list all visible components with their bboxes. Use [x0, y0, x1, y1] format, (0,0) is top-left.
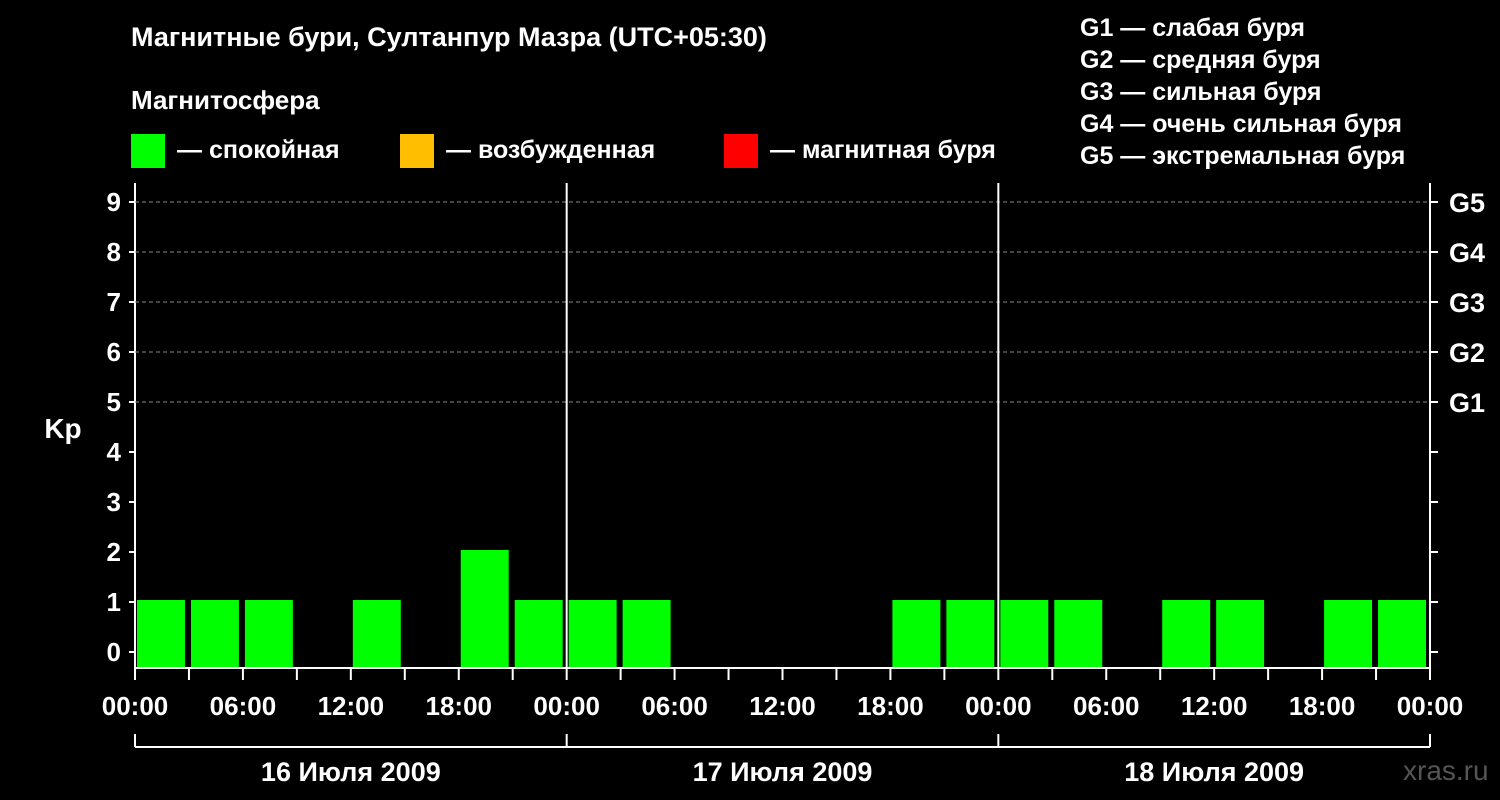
- y-tick-label: 5: [107, 387, 121, 417]
- day-label: 17 Июля 2009: [693, 757, 873, 787]
- x-tick-label: 00:00: [1397, 691, 1464, 721]
- kp-bar: [1324, 600, 1373, 667]
- kp-bar: [244, 600, 293, 667]
- kp-bar: [190, 600, 239, 667]
- kp-bar: [946, 600, 995, 667]
- g-level-label: G5: [1449, 188, 1485, 218]
- y-tick-label: 0: [107, 637, 121, 667]
- g-level-label: G4: [1449, 238, 1485, 268]
- y-tick-label: 3: [107, 487, 121, 517]
- kp-bar: [1054, 600, 1103, 667]
- kp-bar-chart: 0 1 2 3 4 5 6 7 8 9 G1 G2 G3 G4 G5 Kp 00:00 06:00 12:00 18:…: [44, 183, 1485, 787]
- watermark: xras.ru: [1403, 755, 1489, 786]
- day-label: 18 Июля 2009: [1124, 757, 1304, 787]
- y-tick-label: 2: [107, 537, 121, 567]
- kp-bar: [622, 600, 671, 667]
- kp-bar: [568, 600, 617, 667]
- g-level-label: G3: [1449, 288, 1485, 318]
- x-tick-label: 18:00: [857, 691, 924, 721]
- x-tick-label: 18:00: [426, 691, 493, 721]
- kp-bar: [460, 550, 509, 667]
- y-axis-label: Kp: [44, 413, 81, 444]
- y-tick-label: 8: [107, 237, 121, 267]
- y-tick-label: 7: [107, 287, 121, 317]
- y-tick-label: 6: [107, 337, 121, 367]
- x-tick-label: 12:00: [1181, 691, 1248, 721]
- kp-bar: [352, 600, 401, 667]
- g-level-label: G1: [1449, 388, 1485, 418]
- x-tick-label: 06:00: [1073, 691, 1140, 721]
- y-tick-label: 4: [107, 437, 122, 467]
- x-tick-label: 00:00: [102, 691, 169, 721]
- x-tick-label: 06:00: [210, 691, 277, 721]
- x-tick-label: 06:00: [641, 691, 708, 721]
- y-tick-label: 1: [107, 587, 121, 617]
- kp-bar: [137, 600, 185, 667]
- x-tick-label: 12:00: [318, 691, 385, 721]
- x-tick-label: 18:00: [1289, 691, 1356, 721]
- x-tick-label: 12:00: [749, 691, 816, 721]
- kp-bar: [514, 600, 563, 667]
- kp-bar: [1378, 600, 1426, 667]
- kp-bar: [1216, 600, 1265, 667]
- x-tick-label: 00:00: [533, 691, 600, 721]
- kp-bar: [892, 600, 941, 667]
- kp-bar: [1000, 600, 1049, 667]
- day-label: 16 Июля 2009: [261, 757, 441, 787]
- y-tick-label: 9: [107, 187, 121, 217]
- x-tick-label: 00:00: [965, 691, 1032, 721]
- g-level-label: G2: [1449, 338, 1485, 368]
- kp-bar: [1162, 600, 1211, 667]
